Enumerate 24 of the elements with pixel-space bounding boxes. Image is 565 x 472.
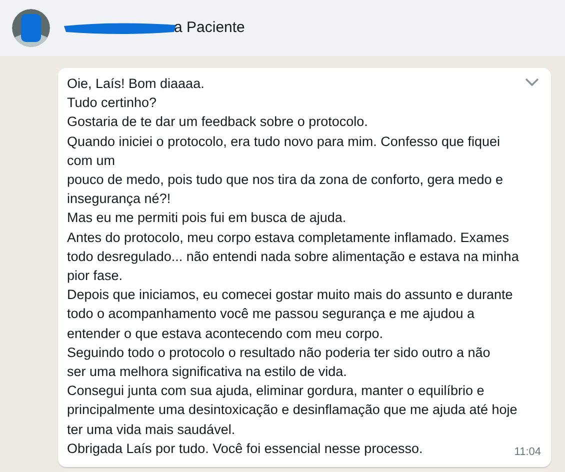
message-line: ser uma melhora significativa na estilo de vida. (67, 363, 347, 382)
message-line: todo desregulado... não entendi nada sobre alimentação e estava na minha (67, 248, 519, 266)
message-line: todo o acompanhamento você me passou segurança e me ajudou a (67, 305, 475, 324)
message-line: Tudo certinho? (67, 94, 157, 112)
message-time: 11:04 (514, 445, 541, 460)
message-line: insegurança né?! (67, 190, 171, 208)
message-line: pior fase. (67, 267, 123, 286)
message-line: Seguindo todo o protocolo o resultado não poderia ter sido outro a não (67, 344, 490, 362)
message-line: Quando iniciei o protocolo, era tudo novo para mim. Confesso que fiquei (67, 132, 500, 151)
message-line: entender o que estava acontecendo com meu corpo. (67, 324, 383, 343)
message-line: com um (67, 152, 116, 170)
message-line: Consegui junta com sua ajuda, eliminar gordura, manter o equilíbrio e (67, 382, 484, 400)
message-line: principalmente uma desintoxicação e desinflamação que me ajuda até hoje (67, 401, 518, 420)
contact-name[interactable]: a Paciente (174, 16, 245, 40)
message-line: ter uma vida mais saudável. (67, 420, 236, 439)
message-line: Obrigada Laís por tudo. Você foi essencial nesse processo. (67, 440, 423, 458)
message-line: Mas eu me permiti pois fui em busca de ajuda. (67, 209, 346, 228)
avatar[interactable] (12, 9, 50, 47)
message-line: Oie, Laís! Bom diaaaa. (67, 75, 204, 93)
message-line: Antes do protocolo, meu corpo estava completamente inflamado. Exames (67, 228, 509, 247)
chevron-down-icon[interactable] (525, 78, 539, 87)
message-line: pouco de medo, pois tudo que nos tira da zona de conforto, gera medo e (67, 171, 504, 190)
message-line: Gostaria de te dar um feedback sobre o protocolo. (67, 113, 368, 132)
message-line: Depois que iniciamos, eu comecei gostar muito mais do assunto e durante (67, 286, 513, 304)
